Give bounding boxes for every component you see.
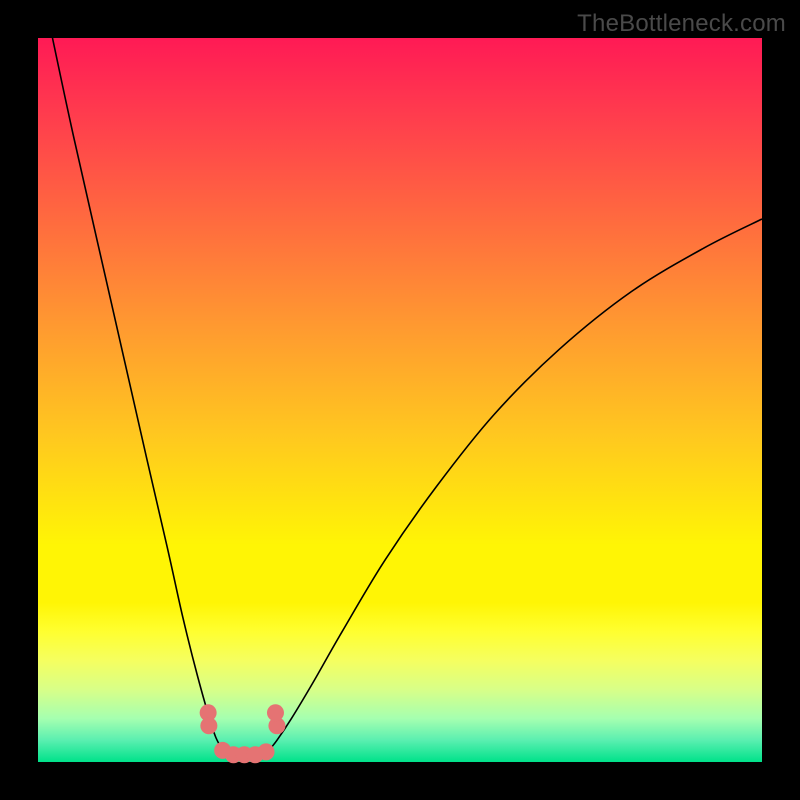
curve-layer [38,38,762,762]
curve-markers [200,704,286,763]
curve-marker [267,704,284,721]
curve-marker [200,717,217,734]
plot-area [38,38,762,762]
bottleneck-curve [52,38,762,756]
chart-frame: TheBottleneck.com [0,0,800,800]
curve-marker [258,743,275,760]
watermark-text: TheBottleneck.com [577,10,786,38]
